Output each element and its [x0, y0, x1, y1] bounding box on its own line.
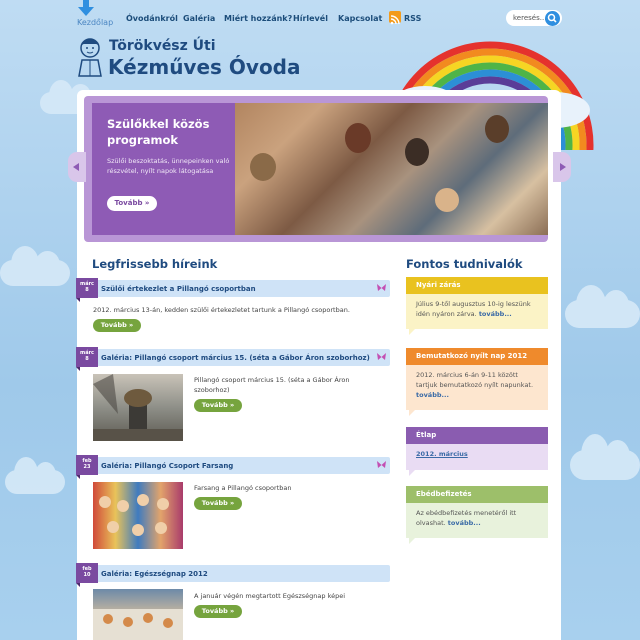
news-more-button[interactable]: Tovább » [194, 605, 242, 618]
slider-prev-button[interactable] [68, 152, 86, 182]
news-summary: Farsang a Pillangó csoportban [194, 484, 292, 492]
nav-item-contact[interactable]: Kapcsolat [338, 14, 382, 23]
notice-box-title[interactable]: Bemutatkozó nyílt nap 2012 [406, 348, 548, 365]
notice-text: Július 9-től augusztus 10-ig leszünk idé… [416, 300, 531, 318]
date-day: 10 [83, 572, 91, 578]
cloud [0, 245, 70, 286]
date-day: 23 [83, 464, 91, 470]
cloud [5, 456, 65, 494]
notices-heading: Fontos tudnivalók [406, 257, 523, 271]
notice-box-body: 2012. március 6-án 9-11 között tartjuk b… [406, 365, 548, 410]
date-day: 8 [85, 287, 89, 293]
notice-tail [409, 329, 415, 335]
news-thumbnail[interactable] [93, 589, 183, 640]
news-summary: 2012. március 13-án, kedden szülői értek… [93, 306, 350, 314]
cloud [565, 284, 640, 328]
logo-title-line1[interactable]: Törökvész Úti [109, 38, 216, 54]
date-tag: feb 23 [76, 455, 98, 479]
slide-more-button[interactable]: Tovább » [107, 196, 157, 211]
butterfly-icon [377, 461, 386, 468]
notice-box-body: Az ebédbefizetés menetéről itt olvashat.… [406, 503, 548, 538]
date-day: 8 [85, 356, 89, 362]
news-more-button[interactable]: Tovább » [194, 497, 242, 510]
news-title[interactable]: Galéria: Egészségnap 2012 [101, 570, 208, 578]
logo-figure-icon[interactable] [77, 36, 105, 78]
logo-title-line2[interactable]: Kézműves Óvoda [108, 55, 301, 79]
notice-tail [409, 538, 415, 544]
news-more-button[interactable]: Tovább » [194, 399, 242, 412]
search-button[interactable] [545, 11, 560, 26]
date-tag: márc 8 [76, 347, 98, 371]
news-summary: Pillangó csoport március 15. (séta a Gáb… [194, 376, 350, 394]
date-tag: feb 10 [76, 563, 98, 587]
nav-item-gallery[interactable]: Galéria [183, 14, 215, 23]
news-thumbnail[interactable] [93, 374, 183, 441]
notice-link[interactable]: tovább... [416, 391, 449, 399]
news-summary: A január végén megtartott Egészségnap ké… [194, 592, 346, 600]
notice-tail [409, 410, 415, 416]
notice-box-title[interactable]: Nyári zárás [406, 277, 548, 294]
slide-title: Szülőkkel közös programok [107, 117, 210, 147]
search-icon [547, 13, 557, 23]
notice-box-title[interactable]: Ebédbefizetés [406, 486, 548, 503]
news-heading: Legfrissebb híreink [92, 257, 218, 271]
notice-box-body: Július 9-től augusztus 10-ig leszünk idé… [406, 294, 548, 329]
news-title[interactable]: Galéria: Pillangó Csoport Farsang [101, 462, 233, 470]
nav-item-rss[interactable]: RSS [404, 14, 421, 23]
butterfly-icon [377, 353, 386, 360]
news-thumbnail[interactable] [93, 482, 183, 549]
nav-item-why-us[interactable]: Miért hozzánk? [224, 14, 292, 23]
notice-box-body: 2012. március [406, 444, 548, 470]
rss-icon[interactable] [389, 11, 401, 25]
notice-link[interactable]: tovább... [448, 519, 481, 527]
slide-description: Szülői beszoktatás, ünnepeinken való rés… [107, 157, 230, 175]
nav-item-newsletter[interactable]: Hírlevél [293, 14, 328, 23]
news-more-button[interactable]: Tovább » [93, 319, 141, 332]
notice-link[interactable]: 2012. március [416, 450, 468, 458]
date-tag: márc 8 [76, 278, 98, 302]
cloud [570, 433, 640, 480]
news-title[interactable]: Galéria: Pillangó csoport március 15. (s… [101, 354, 370, 362]
nav-item-home[interactable]: Kezdőlap [77, 18, 113, 27]
butterfly-icon [377, 284, 386, 291]
news-title[interactable]: Szülői értekezlet a Pillangó csoportban [101, 285, 256, 293]
slider-next-button[interactable] [553, 152, 571, 182]
notice-tail [409, 470, 415, 476]
notice-box-title[interactable]: Étlap [406, 427, 548, 444]
notice-link[interactable]: tovább... [479, 310, 512, 318]
notice-text: 2012. március 6-án 9-11 között tartjuk b… [416, 371, 534, 389]
nav-item-about[interactable]: Óvodánkról [126, 14, 178, 23]
slide-photo[interactable] [235, 103, 548, 235]
